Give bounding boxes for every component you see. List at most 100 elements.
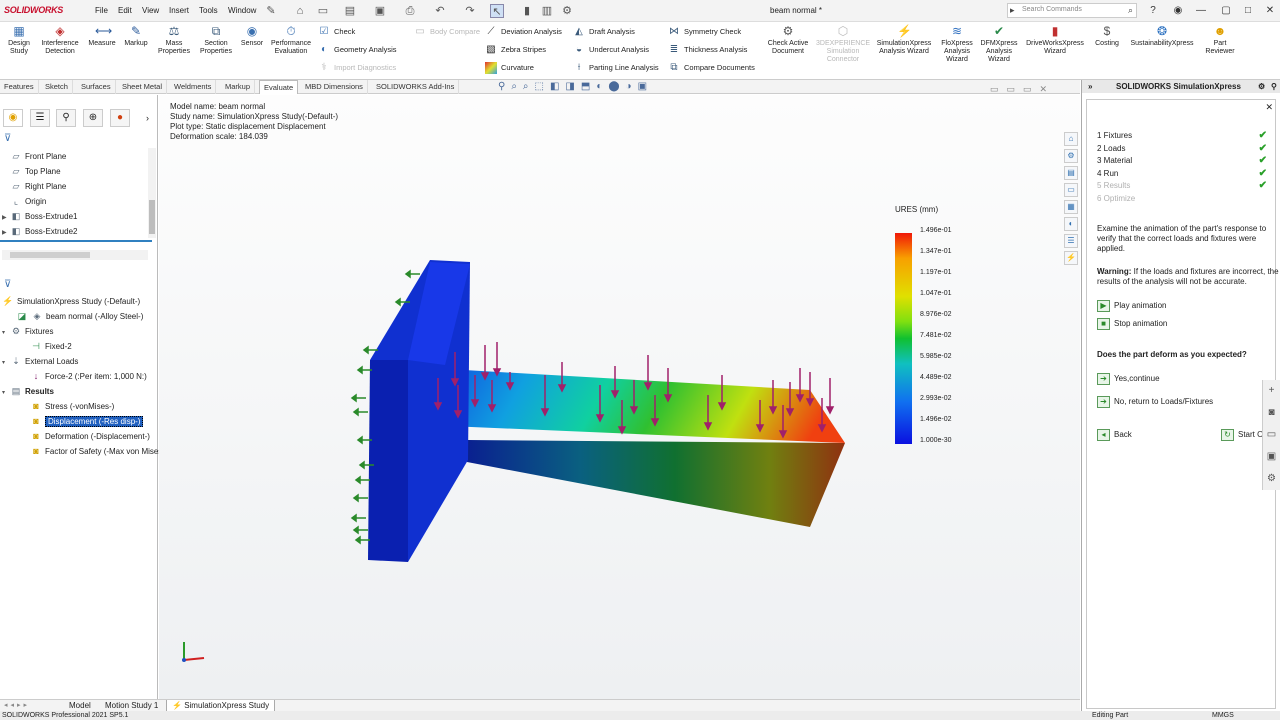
wall-front-face (368, 360, 408, 562)
part-reviewer-icon: ☻ (1213, 24, 1227, 38)
add-icon[interactable]: + (1263, 380, 1280, 402)
legend-tick: 1.347e-01 (920, 248, 952, 255)
stop-animation-button[interactable]: ■ Stop animation (1097, 317, 1167, 331)
arrow-left-icon: ◂ (1097, 428, 1110, 441)
task-pane-title: SOLIDWORKS SimulationXpress (1116, 82, 1241, 91)
yes-continue-button[interactable]: ➔ Yes,continue (1097, 372, 1160, 386)
view-palette-tab-icon[interactable]: ▦ (1064, 200, 1078, 214)
legend-tick: 1.000e-30 (920, 437, 952, 444)
simulationxpress-task-pane: » SOLIDWORKS SimulationXpress ⚙ ⚲ ✕ 1 Fi… (1081, 80, 1280, 711)
sustainability-icon: ❂ (1156, 24, 1168, 38)
fixture-arrowhead (358, 460, 365, 470)
simulationxpress-tab-icon[interactable]: ⚡ (1064, 251, 1078, 265)
wizard-step[interactable]: 2 Loads ✔ (1097, 143, 1267, 156)
user-icon[interactable]: ◉ (1170, 3, 1186, 19)
beam-side-face (467, 440, 845, 527)
fixture-arrowhead (350, 513, 357, 523)
help-icon[interactable]: ? (1145, 3, 1161, 19)
fixture-arrowhead (354, 535, 361, 545)
stop-icon: ■ (1097, 317, 1110, 330)
task-pane-tabs: ⌂ ⚙ ▤ ▭ ▦ ◐ ☰ ⚡ (1064, 132, 1080, 268)
collapse-pane-icon[interactable]: » (1088, 80, 1092, 93)
legend-title: URES (mm) (895, 205, 939, 214)
wizard-content: ✕ 1 Fixtures ✔ 2 Loads ✔ 3 Material ✔ 4 Run ✔ 5 … (1086, 99, 1279, 709)
play-icon: ▶ (1097, 299, 1110, 312)
fixture-arrowhead (350, 393, 357, 403)
image-icon[interactable]: ▣ (1263, 446, 1280, 468)
legend-tick: 7.481e-02 (920, 332, 952, 339)
file-explorer-tab-icon[interactable]: ▭ (1064, 183, 1078, 197)
close-wizard-icon[interactable]: ✕ (1265, 102, 1273, 113)
warning-label: Warning: (1097, 267, 1132, 276)
wizard-step[interactable]: 3 Material ✔ (1097, 155, 1267, 168)
status-units[interactable]: MMGS (1212, 711, 1234, 720)
display-icon[interactable]: ▭ (1263, 424, 1280, 446)
legend-tick: 4.489e-02 (920, 374, 952, 381)
legend-tick: 2.993e-02 (920, 395, 952, 402)
wizard-step[interactable]: 6 Optimize (1097, 193, 1267, 206)
back-button[interactable]: ◂ Back (1097, 428, 1132, 442)
x-axis-icon (183, 657, 205, 661)
play-animation-button[interactable]: ▶ Play animation (1097, 299, 1166, 313)
study-tab-icon: ⚡ (172, 701, 185, 710)
restore-icon[interactable]: ▢ (1218, 3, 1234, 19)
legend-color-bar (895, 233, 912, 444)
start-over-icon: ↻ (1221, 428, 1234, 441)
pane-options-icon[interactable]: ⚙ (1258, 80, 1265, 93)
wizard-step[interactable]: 4 Run ✔ (1097, 168, 1267, 181)
arrow-right-icon: ➔ (1097, 372, 1110, 385)
warning-text: Warning: If the loads and fixtures are i… (1097, 267, 1279, 287)
minimize-icon[interactable]: — (1193, 3, 1209, 19)
settings-icon[interactable]: ⚙ (1263, 468, 1280, 490)
back-label: Back (1114, 430, 1132, 439)
design-library-tab-icon[interactable]: ▤ (1064, 166, 1078, 180)
costing-icon: $ (1103, 24, 1111, 38)
maximize-icon[interactable]: □ (1240, 3, 1256, 19)
search-icon[interactable]: ⌕ (1128, 5, 1133, 16)
home-tab-icon[interactable]: ⌂ (1064, 132, 1078, 146)
fixture-arrowhead (362, 345, 369, 355)
fixture-arrowhead (394, 297, 401, 307)
legend-tick: 1.496e-01 (920, 227, 952, 234)
legend-tick: 1.047e-01 (920, 290, 952, 297)
check-icon: ✔ (1258, 180, 1267, 191)
task-pane-header: » SOLIDWORKS SimulationXpress ⚙ ⚲ (1082, 80, 1280, 93)
study-tab-label: SimulationXpress Study (184, 701, 270, 710)
yes-continue-label: Yes,continue (1114, 374, 1160, 383)
return-to-loads-label: No, return to Loads/Fixtures (1114, 397, 1214, 406)
check-icon: ✔ (1258, 130, 1267, 141)
camera-icon[interactable]: ◙ (1263, 402, 1280, 424)
side-dock-toolbar: + ◙ ▭ ▣ ⚙ (1262, 380, 1280, 490)
check-icon: ✔ (1258, 142, 1267, 154)
pin-pane-icon[interactable]: ⚲ (1271, 80, 1277, 93)
wizard-step[interactable]: 1 Fixtures ✔ (1097, 130, 1267, 143)
fixture-arrowhead (354, 475, 361, 485)
bottom-tabs: ◂◂▸▸ Model Motion Study 1 ⚡ SimulationXp… (0, 699, 1080, 712)
custom-properties-tab-icon[interactable]: ☰ (1064, 234, 1078, 248)
fixture-arrowhead (352, 525, 359, 535)
force-arrowhead (825, 406, 835, 415)
fixture-arrowhead (352, 493, 359, 503)
tab-scroll-icons[interactable]: ◂◂▸▸ (4, 701, 30, 709)
legend-tick: 8.976e-02 (920, 311, 952, 318)
instruction-text: Examine the animation of the part's resp… (1097, 224, 1267, 253)
resources-tab-icon[interactable]: ⚙ (1064, 149, 1078, 163)
part-reviewer-button[interactable]: ☻ Part Reviewer (1200, 24, 1240, 56)
close-window-icon[interactable]: ✕ (1262, 3, 1278, 19)
fixture-arrowhead (356, 435, 363, 445)
check-icon: ✔ (1258, 155, 1267, 166)
sustainability-label: SustainabilityXpress (1130, 40, 1194, 47)
beam-model-render[interactable] (0, 0, 1080, 700)
z-axis-icon (182, 658, 186, 662)
fixture-arrowhead (404, 269, 411, 279)
stop-animation-label: Stop animation (1114, 319, 1168, 328)
appearances-tab-icon[interactable]: ◐ (1064, 217, 1078, 231)
costing-button[interactable]: $ Costing (1090, 24, 1124, 48)
wizard-step[interactable]: 5 Results ✔ (1097, 180, 1267, 193)
status-version: SOLIDWORKS Professional 2021 SP5.1 (2, 712, 129, 719)
sustainabilityxpress-button[interactable]: ❂ SustainabilityXpress (1126, 24, 1198, 48)
question-text: Does the part deform as you expected? (1097, 350, 1247, 359)
costing-label: Costing (1095, 40, 1119, 47)
return-to-loads-button[interactable]: ➔ No, return to Loads/Fixtures (1097, 395, 1213, 409)
fixture-arrowhead (356, 365, 363, 375)
